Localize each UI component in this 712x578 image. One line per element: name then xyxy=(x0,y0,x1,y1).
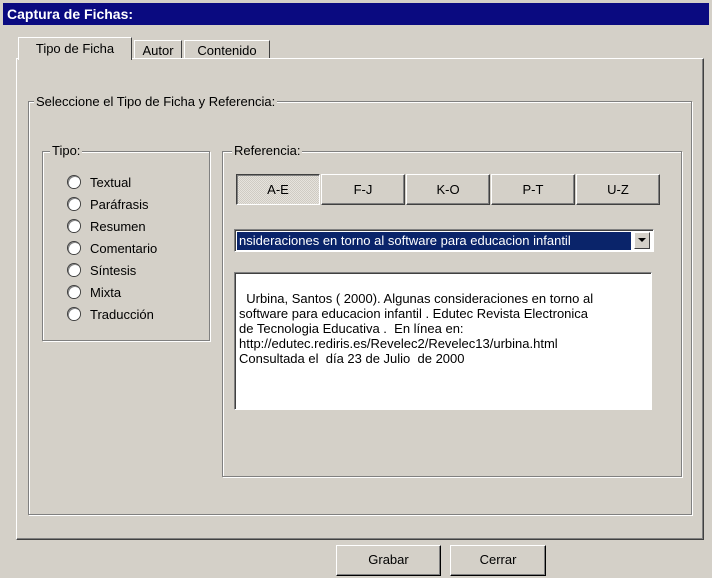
radio-button[interactable] xyxy=(68,176,80,188)
radio-textual[interactable]: Textual xyxy=(68,171,208,193)
reference-text: Urbina, Santos ( 2000). Algunas consider… xyxy=(239,291,594,366)
letter-button-p-t[interactable]: P-T xyxy=(491,174,575,205)
referencia-group-label: Referencia: xyxy=(232,143,303,158)
radio-label: Paráfrasis xyxy=(90,196,149,212)
letter-button-u-z[interactable]: U-Z xyxy=(576,174,660,205)
radio-button[interactable] xyxy=(68,286,80,298)
tipo-options: Textual Paráfrasis Resumen Comentario Sí… xyxy=(68,171,208,325)
radio-button[interactable] xyxy=(68,308,80,320)
letter-button-k-o[interactable]: K-O xyxy=(406,174,490,205)
radio-button[interactable] xyxy=(68,264,80,276)
tab-label: Tipo de Ficha xyxy=(35,41,115,56)
radio-label: Textual xyxy=(90,174,132,190)
chevron-down-icon xyxy=(638,238,646,242)
tab-label: Contenido xyxy=(197,43,257,58)
main-group-label: Seleccione el Tipo de Ficha y Referencia… xyxy=(34,94,278,109)
close-button[interactable]: Cerrar xyxy=(450,545,546,576)
tab-autor[interactable]: Autor xyxy=(134,40,182,59)
reference-text-area[interactable]: Urbina, Santos ( 2000). Algunas consider… xyxy=(234,272,652,410)
save-button[interactable]: Grabar xyxy=(336,545,441,576)
tipo-group-label: Tipo: xyxy=(50,143,83,158)
radio-resumen[interactable]: Resumen xyxy=(68,215,208,237)
radio-label: Mixta xyxy=(90,284,122,300)
radio-button[interactable] xyxy=(68,198,80,210)
letter-button-a-e[interactable]: A-E xyxy=(236,174,320,205)
window-title: Captura de Fichas: xyxy=(3,3,709,25)
letter-button-label: U-Z xyxy=(607,182,629,197)
combo-dropdown-button[interactable] xyxy=(634,232,650,249)
tab-contenido[interactable]: Contenido xyxy=(184,40,270,59)
radio-label: Comentario xyxy=(90,240,158,256)
letter-button-label: P-T xyxy=(522,182,544,197)
save-button-label: Grabar xyxy=(368,552,409,567)
radio-traduccion[interactable]: Traducción xyxy=(68,303,208,325)
radio-comentario[interactable]: Comentario xyxy=(68,237,208,259)
letter-button-label: F-J xyxy=(353,182,373,197)
reference-combobox[interactable]: nsideraciones en torno al software para … xyxy=(234,229,654,252)
radio-mixta[interactable]: Mixta xyxy=(68,281,208,303)
radio-sintesis[interactable]: Síntesis xyxy=(68,259,208,281)
radio-parafrasis[interactable]: Paráfrasis xyxy=(68,193,208,215)
letter-button-f-j[interactable]: F-J xyxy=(321,174,405,205)
radio-label: Traducción xyxy=(90,306,154,322)
tab-label: Autor xyxy=(142,43,174,58)
radio-label: Resumen xyxy=(90,218,146,234)
tab-tipo-de-ficha[interactable]: Tipo de Ficha xyxy=(18,37,132,60)
letter-button-label: A-E xyxy=(267,182,289,197)
radio-button[interactable] xyxy=(68,242,80,254)
combo-selected-text: nsideraciones en torno al software para … xyxy=(237,232,631,250)
close-button-label: Cerrar xyxy=(479,552,517,567)
radio-button[interactable] xyxy=(68,220,80,232)
letter-button-label: K-O xyxy=(436,182,460,197)
radio-label: Síntesis xyxy=(90,262,137,278)
